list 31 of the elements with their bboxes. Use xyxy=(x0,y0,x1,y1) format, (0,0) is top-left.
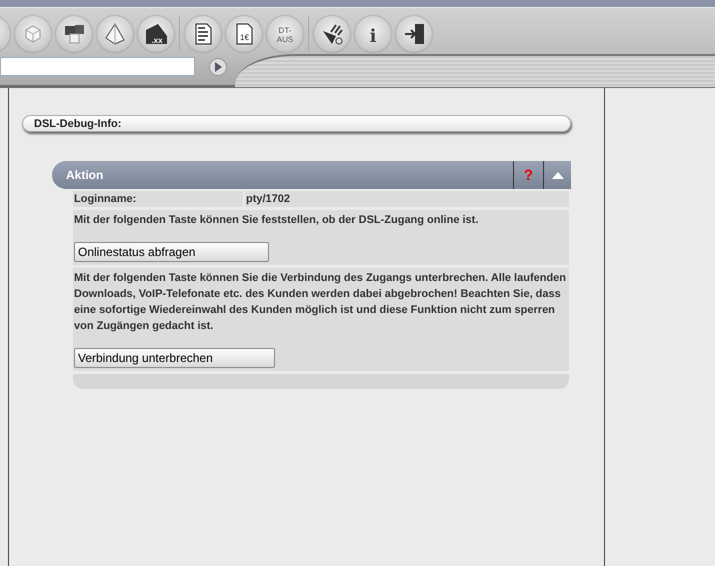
field-value: pty/1702 xyxy=(245,191,569,207)
panel-title: Aktion xyxy=(65,167,104,184)
toolbar-button[interactable]: i xyxy=(355,16,391,52)
cubes-icon xyxy=(65,25,84,44)
toolbar-button[interactable]: .xx xyxy=(138,16,174,52)
toolbar-button[interactable] xyxy=(314,16,350,52)
toolbar-button[interactable] xyxy=(97,16,133,52)
info-icon: i xyxy=(370,26,376,47)
action-button[interactable]: Verbindung unterbrechen xyxy=(74,348,275,368)
text-icon: DT-AUS xyxy=(276,26,294,44)
toolbar-button[interactable]: DT-AUS xyxy=(267,16,303,52)
toolbar-button[interactable]: 1€ xyxy=(226,16,262,52)
cube-icon xyxy=(26,25,40,43)
toolbar-button[interactable] xyxy=(185,16,221,52)
toolbar-button[interactable] xyxy=(396,16,432,52)
tools-icon xyxy=(323,24,343,44)
go-button[interactable] xyxy=(209,58,227,76)
action-description: Mit der folgenden Taste können Sie feststellen, ob der DSL-Zugang online ist. xyxy=(74,213,480,228)
section-title: DSL-Debug-Info: xyxy=(22,115,571,132)
document-icon xyxy=(196,24,212,44)
action-description: Mit der folgenden Taste können Sie die Verbindung des Zugangs unterbrechen. Alle laufenden Downloads, VoIP-Telefonate etc. des Kunden werden dabei abgebrochen! Beachten Sie, dass eine sofortige Wiedereinwahl des Kunden möglich ist und diese Funktion nicht zum sperren von Zugängen gedacht ist. xyxy=(74,271,568,334)
toolbar-button[interactable] xyxy=(56,16,92,52)
file-extension-icon: .xx xyxy=(146,24,167,45)
search-field[interactable] xyxy=(0,57,195,76)
invoice-icon: 1€ xyxy=(236,24,252,44)
pyramid-icon xyxy=(105,23,125,45)
field-label: Loginname: xyxy=(73,191,243,207)
exit-icon xyxy=(404,24,424,44)
action-button[interactable]: Onlinestatus abfragen xyxy=(74,242,269,262)
play-icon xyxy=(214,62,222,72)
triangle-icon xyxy=(552,172,564,178)
